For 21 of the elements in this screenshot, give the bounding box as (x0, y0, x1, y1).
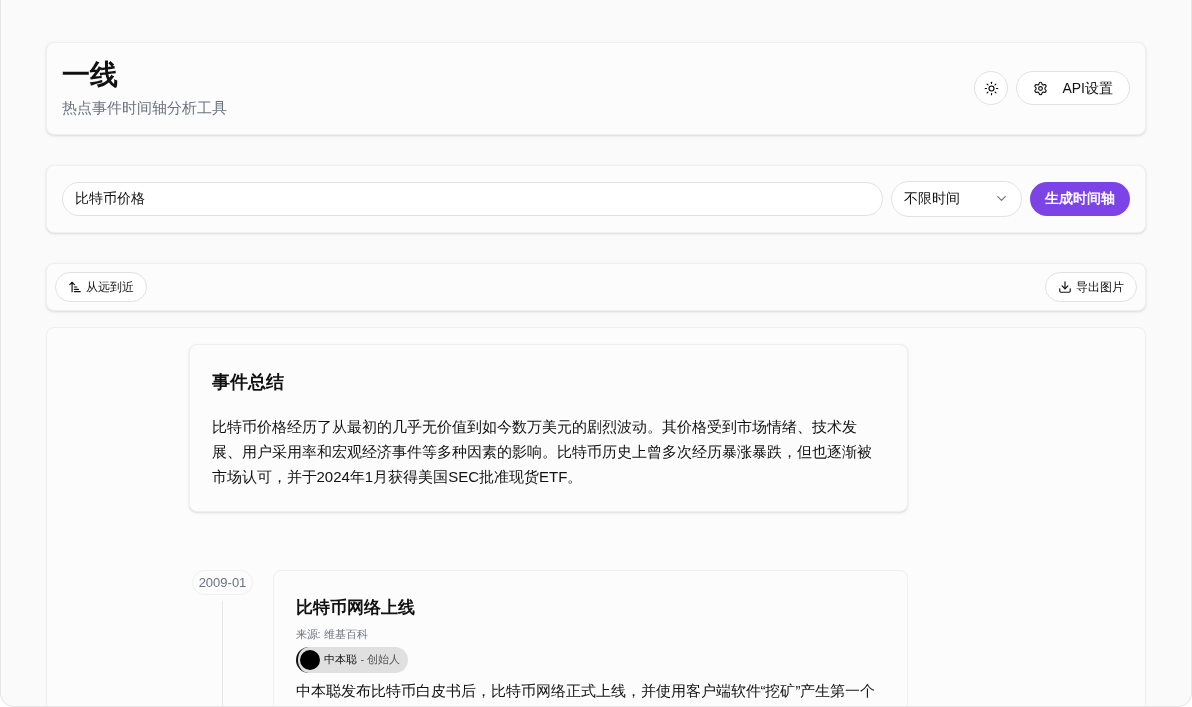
summary-title: 事件总结 (211, 370, 285, 394)
summary-text: 比特币价格经历了从最初的几乎无价值到如今数万美元的剧烈波动。其价格受到市场情绪、技术发展、用户采用率和宏观经济事件等多种因素的影响。比特币历史上曾多次经历暴涨暴跌，但也逐渐被市场认可，并于2024年1月获得美国SEC批准现货ETF。 (211, 416, 873, 487)
person-name: 中本聪 (323, 652, 357, 668)
person-role: - 创始人 (360, 652, 401, 668)
generate-button[interactable]: 生成时间轴 (1030, 181, 1130, 216)
time-range-dropdown[interactable]: 不限时间 (891, 180, 1022, 217)
app-title: 一线 (62, 58, 119, 92)
search-field[interactable]: 比特币价格 (62, 181, 883, 216)
settings-icon (1033, 80, 1049, 96)
download-icon (1058, 279, 1072, 294)
sort-button[interactable]: 从远到近 (55, 271, 147, 302)
avatar-icon (299, 649, 320, 670)
api-settings-button[interactable]: API设置 (1016, 71, 1130, 106)
sort-icon (68, 279, 82, 294)
event-source: 来源: 维基百科 (295, 627, 369, 642)
event-title: 比特币网络上线 (295, 596, 416, 619)
export-button[interactable]: 导出图片 (1045, 271, 1137, 302)
sun-icon (983, 80, 999, 96)
event-description: 中本聪发布比特币白皮书后，比特币网络正式上线，并使用客户端软件“挖矿”产生第一个 (295, 680, 877, 700)
app-subtitle: 热点事件时间轴分析工具 (62, 98, 227, 118)
theme-toggle-button[interactable] (974, 71, 1009, 106)
